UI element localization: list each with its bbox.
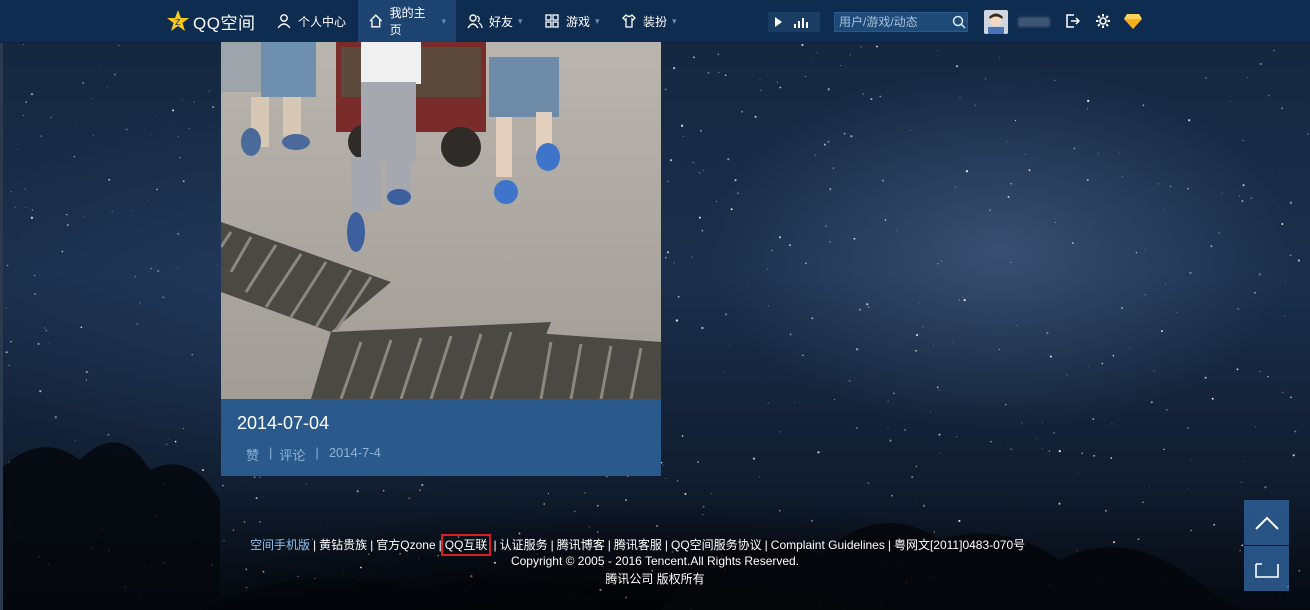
star-logo-icon: Z xyxy=(167,10,189,31)
footer-link-official-qzone[interactable]: 官方Qzone xyxy=(376,538,435,552)
footer-link-mobile[interactable]: 空间手机版 xyxy=(250,538,310,552)
home-icon xyxy=(369,14,383,28)
copyright-text: Copyright © 2005 - 2016 Tencent.All Righ… xyxy=(510,554,800,568)
person-icon xyxy=(277,14,291,29)
photo-date: 2014-7-4 xyxy=(328,445,381,460)
footer-link-license[interactable]: 粤网文[2011]0483-070号 xyxy=(894,538,1025,552)
feedback-box-icon xyxy=(1254,562,1279,578)
qzone-logo[interactable]: Z QQ空间 xyxy=(166,8,255,34)
search-input[interactable] xyxy=(835,12,951,32)
separator: | xyxy=(313,538,317,552)
photo-title: 2014-07-04 xyxy=(237,413,330,433)
nav-games[interactable]: 游戏 ▾ xyxy=(544,0,600,42)
separator: | xyxy=(664,538,668,552)
nav-label: 游戏 xyxy=(566,14,591,29)
avatar-image xyxy=(984,10,1008,34)
footer-link-service-agreement[interactable]: QQ空间服务协议 xyxy=(671,538,762,552)
nav-label: 我的主页 xyxy=(389,6,426,37)
nav-label: 好友 xyxy=(489,14,514,29)
like-link[interactable]: 赞 xyxy=(246,445,259,464)
search-box xyxy=(834,12,968,32)
chevron-down-icon: ▾ xyxy=(441,15,446,26)
left-edge-bar xyxy=(0,0,3,610)
street-photo xyxy=(221,42,661,399)
top-nav-bar: Z QQ空间 个人中心 我的主页 ▾ 好友 ▾ 游戏 ▾ 装扮 ▾ 用户/游戏/… xyxy=(0,0,1310,43)
nav-personal-center[interactable]: 个人中心 xyxy=(276,0,346,42)
separator: | xyxy=(269,445,273,460)
footer-link-qq-connect[interactable]: QQ互联 xyxy=(440,534,492,556)
separator: | xyxy=(370,538,374,552)
svg-text:Z: Z xyxy=(175,18,181,27)
photo-meta: 赞 | 评论 | 2014-7-4 xyxy=(246,445,381,464)
shirt-icon xyxy=(622,14,636,28)
gear-icon[interactable] xyxy=(1094,12,1112,30)
chevron-up-icon xyxy=(1254,516,1279,530)
company-text: 腾讯公司 版权所有 xyxy=(605,572,705,586)
music-player[interactable] xyxy=(768,12,820,32)
nav-decoration[interactable]: 装扮 ▾ xyxy=(621,0,677,42)
separator: | xyxy=(550,538,554,552)
separator: | xyxy=(607,538,611,552)
footer-link-tencent-blog[interactable]: 腾讯博客 xyxy=(557,538,605,552)
logout-icon[interactable] xyxy=(1064,12,1082,30)
chevron-down-icon: ▾ xyxy=(518,15,523,26)
yellow-diamond-icon[interactable] xyxy=(1123,12,1143,30)
footer-links: 空间手机版 | 黄钻贵族 | 官方Qzone | QQ互联 | 认证服务 | 腾讯博客 | 腾讯客服 | Q… xyxy=(250,534,1025,556)
nav-my-homepage[interactable]: 我的主页 ▾ xyxy=(358,0,456,42)
back-to-top-button[interactable] xyxy=(1244,500,1289,545)
separator: | xyxy=(493,538,497,552)
footer-link-customer-service[interactable]: 腾讯客服 xyxy=(614,538,662,552)
separator: | xyxy=(438,538,442,552)
footer-link-yellow-diamond[interactable]: 黄钻贵族 xyxy=(319,538,367,552)
game-grid-icon xyxy=(545,14,559,28)
separator: | xyxy=(887,538,891,552)
search-icon[interactable] xyxy=(951,14,967,30)
footer-link-certification[interactable]: 认证服务 xyxy=(500,538,548,552)
music-player-icon xyxy=(775,17,808,28)
logo-text: QQ空间 xyxy=(193,13,256,33)
avatar[interactable] xyxy=(984,10,1008,34)
play-icon xyxy=(775,17,782,27)
photo-image[interactable] xyxy=(221,42,661,399)
separator: | xyxy=(764,538,768,552)
nav-label: 装扮 xyxy=(643,14,668,29)
nav-label: 个人中心 xyxy=(298,14,347,29)
chevron-down-icon: ▾ xyxy=(595,15,600,26)
chevron-down-icon: ▾ xyxy=(672,15,677,26)
username-redacted xyxy=(1018,17,1050,27)
footer-link-complaint-guidelines[interactable]: Complaint Guidelines xyxy=(771,538,885,552)
feedback-button[interactable] xyxy=(1244,546,1289,591)
friends-icon xyxy=(467,14,483,29)
separator: | xyxy=(315,445,319,460)
comment-link[interactable]: 评论 xyxy=(279,445,305,464)
nav-friends[interactable]: 好友 ▾ xyxy=(467,0,523,42)
photo-card: 2014-07-04 赞 | 评论 | 2014-7-4 xyxy=(221,42,661,476)
